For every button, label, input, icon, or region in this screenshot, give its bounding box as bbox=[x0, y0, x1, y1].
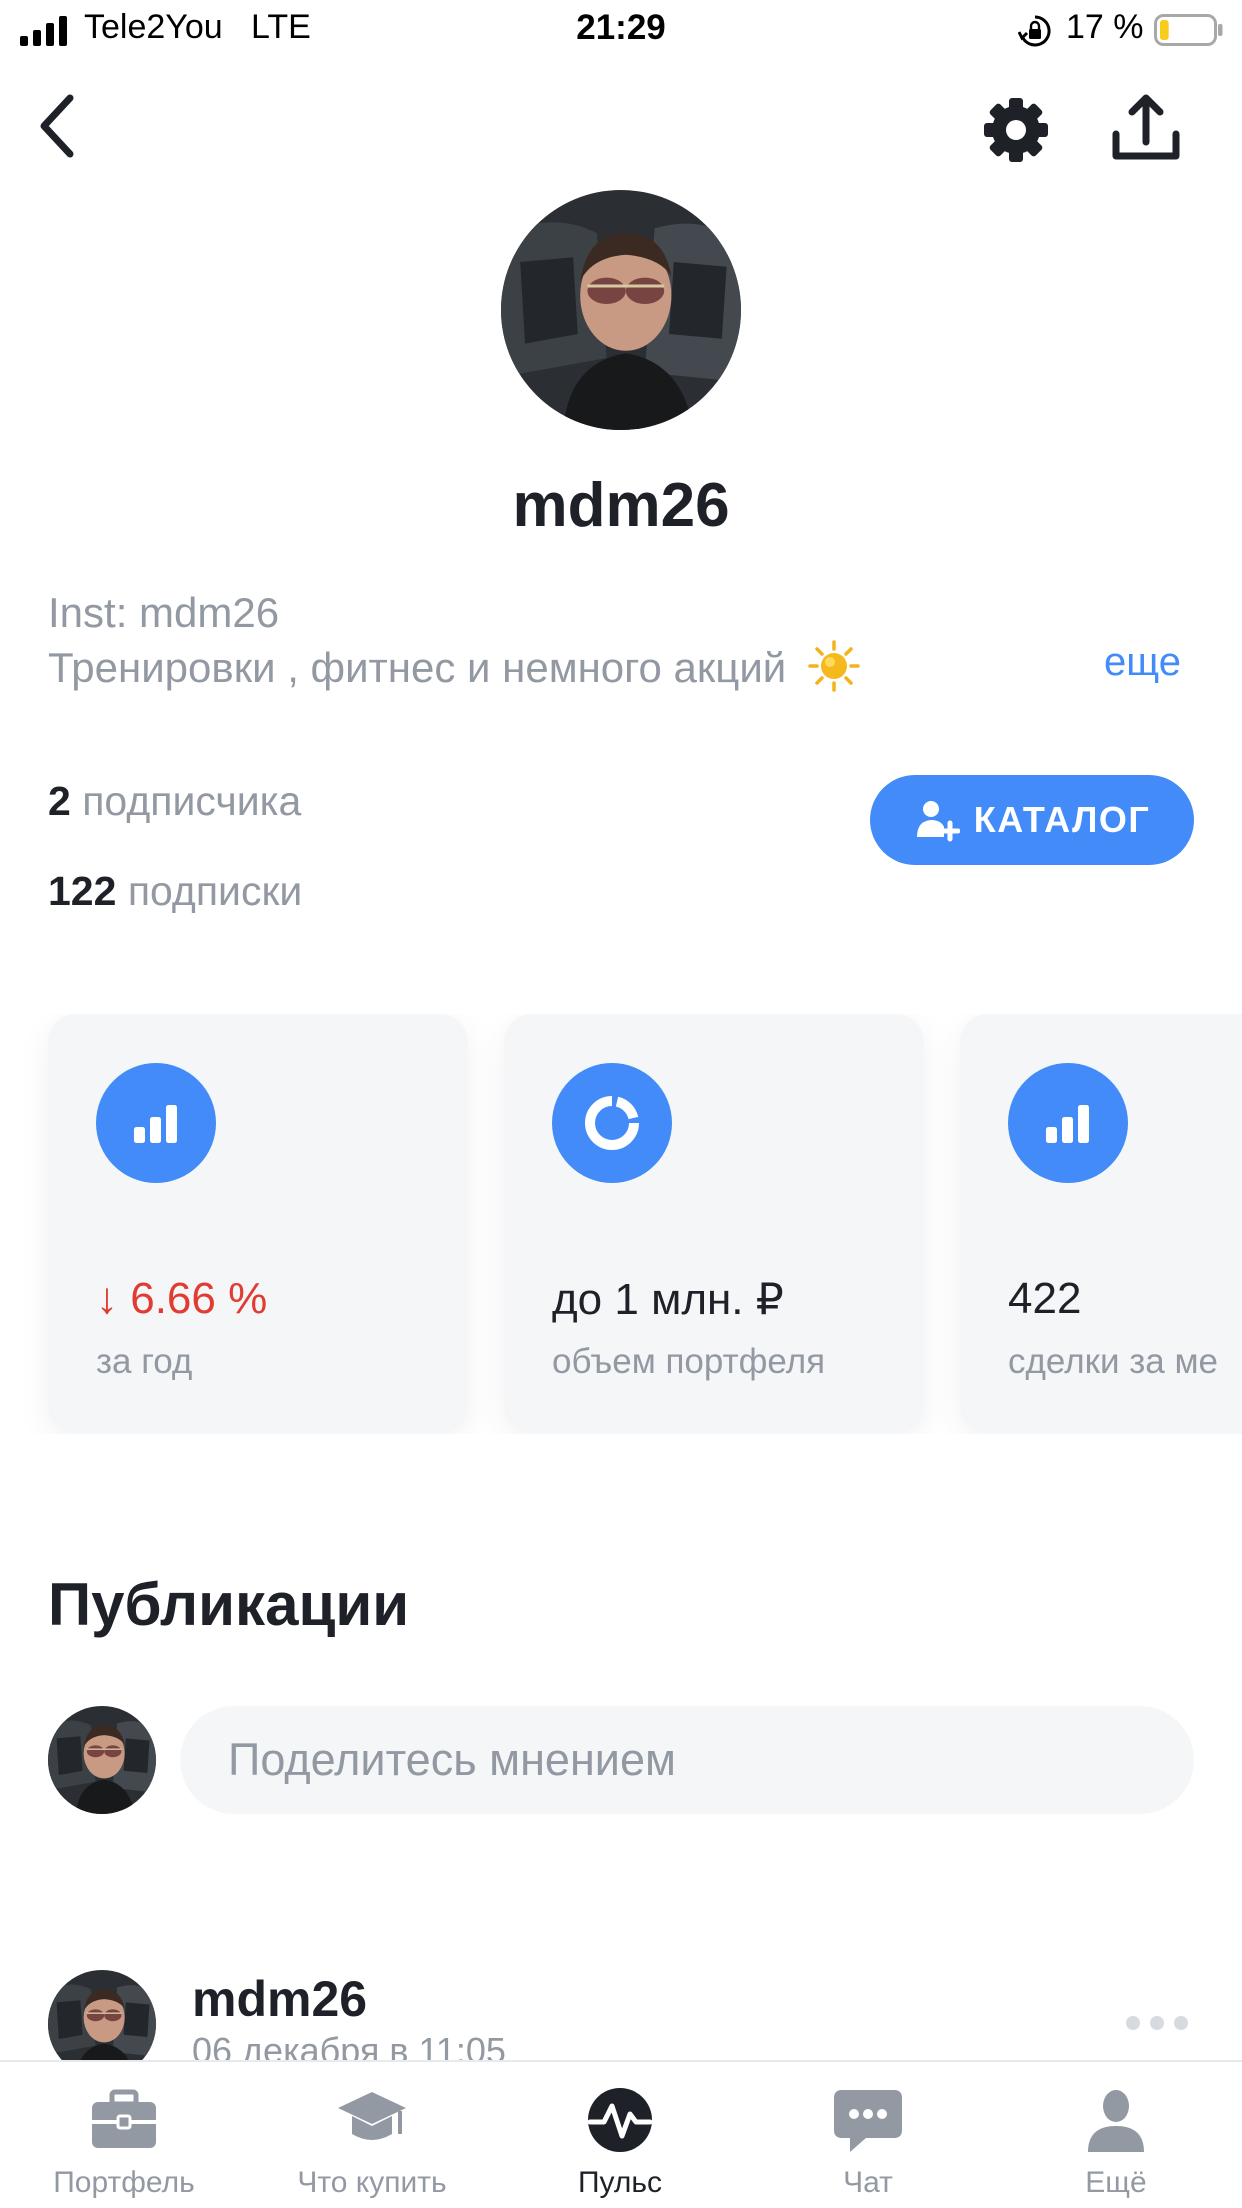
tab-more[interactable]: Ещё bbox=[992, 2062, 1240, 2208]
yield-value: ↓ 6.66 % bbox=[96, 1274, 268, 1323]
composer-avatar bbox=[48, 1706, 156, 1814]
bar-chart-icon bbox=[1046, 1105, 1089, 1143]
publications-title: Публикации bbox=[48, 1571, 410, 1638]
battery-percent: 17 % bbox=[1066, 8, 1144, 46]
bio-line-2: Тренировки , фитнес и немного акций bbox=[48, 640, 860, 695]
subscriptions-count[interactable]: 122 подписки bbox=[48, 868, 302, 915]
share-icon[interactable] bbox=[1106, 90, 1186, 170]
donut-chart-icon bbox=[585, 1096, 639, 1150]
tab-chat[interactable]: Чат bbox=[744, 2062, 992, 2208]
add-user-icon bbox=[916, 801, 960, 842]
profile-bio: Inst: mdm26 Тренировки , фитнес и немног… bbox=[48, 586, 860, 695]
yield-label: за год bbox=[96, 1342, 193, 1381]
orientation-lock-icon bbox=[1018, 15, 1051, 47]
post-composer-input[interactable]: Поделитесь мнением bbox=[180, 1706, 1194, 1814]
profile-avatar[interactable] bbox=[501, 190, 741, 430]
chat-icon bbox=[834, 2090, 902, 2152]
card-icon-badge bbox=[96, 1063, 216, 1183]
portfolio-volume-card[interactable]: до 1 млн. ₽ объем портфеля bbox=[504, 1014, 924, 1434]
deals-label: сделки за ме bbox=[1008, 1342, 1218, 1381]
portfolio-volume-value: до 1 млн. ₽ bbox=[552, 1275, 784, 1324]
catalog-button[interactable]: КАТАЛОГ bbox=[870, 775, 1194, 865]
battery-icon bbox=[1154, 14, 1223, 46]
profile-username: mdm26 bbox=[512, 471, 730, 540]
post-author-name[interactable]: mdm26 bbox=[192, 1970, 367, 2028]
clock: 21:29 bbox=[576, 8, 666, 47]
back-icon[interactable] bbox=[30, 88, 90, 164]
catalog-button-label: КАТАЛОГ bbox=[973, 799, 1151, 840]
followers-count[interactable]: 2 подписчика bbox=[48, 778, 301, 825]
briefcase-icon bbox=[92, 2089, 156, 2148]
bio-line-1: Inst: mdm26 bbox=[48, 589, 280, 636]
deals-value: 422 bbox=[1008, 1274, 1082, 1323]
tab-pulse[interactable]: Пульс bbox=[496, 2062, 744, 2208]
yield-card[interactable]: ↓ 6.66 % за год bbox=[48, 1014, 468, 1434]
sun-icon bbox=[808, 640, 860, 692]
tab-what-to-buy[interactable]: Что купить bbox=[248, 2062, 496, 2208]
profile-icon bbox=[1088, 2090, 1144, 2152]
deals-card[interactable]: 422 сделки за ме bbox=[960, 1014, 1242, 1434]
tab-bar: Портфель Что купить Пульс Чат Ещё bbox=[0, 2060, 1242, 2208]
stats-carousel[interactable]: ↓ 6.66 % за год до 1 млн. ₽ объем портфе… bbox=[0, 1014, 1242, 1434]
avatar-image bbox=[48, 1706, 156, 1814]
avatar-image bbox=[501, 190, 741, 430]
bio-more-link[interactable]: еще bbox=[1104, 640, 1181, 685]
pulse-icon bbox=[587, 2088, 653, 2152]
card-icon-badge bbox=[552, 1063, 672, 1183]
more-options-icon[interactable] bbox=[1124, 2014, 1190, 2032]
card-icon-badge bbox=[1008, 1063, 1128, 1183]
settings-icon[interactable] bbox=[978, 92, 1054, 168]
status-bar: Tele2You LTE 21:29 17 % bbox=[0, 0, 1242, 62]
tab-portfolio[interactable]: Портфель bbox=[0, 2062, 248, 2208]
bar-chart-icon bbox=[134, 1105, 177, 1143]
portfolio-volume-label: объем портфеля bbox=[552, 1342, 826, 1381]
graduation-cap-icon bbox=[338, 2092, 406, 2140]
